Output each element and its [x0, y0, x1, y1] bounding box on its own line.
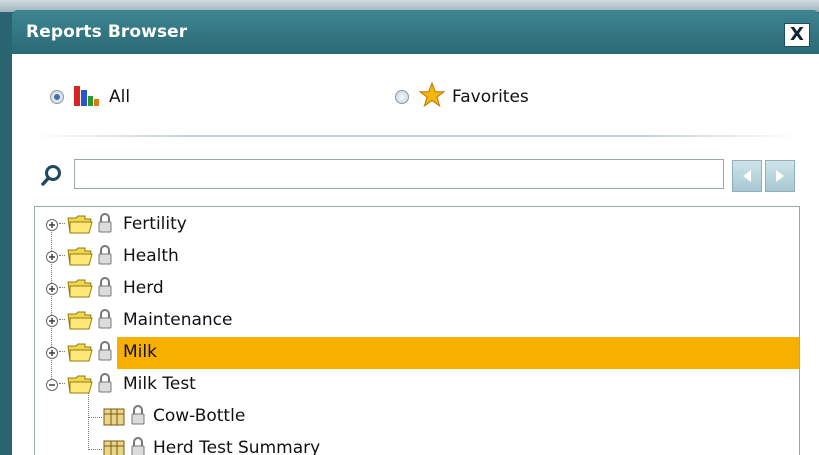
divider — [32, 135, 798, 137]
title-bar[interactable]: Reports Browser X — [12, 10, 819, 54]
window-title: Reports Browser — [26, 22, 188, 42]
expand-icon[interactable] — [45, 249, 59, 268]
reports-browser-window: Reports Browser X All Favorites Fertilit… — [12, 10, 819, 455]
search-icon — [41, 165, 61, 186]
expand-icon[interactable] — [45, 281, 59, 300]
favorites-radio[interactable] — [395, 90, 409, 104]
tree-item-label: Fertility — [123, 214, 187, 234]
star-icon — [419, 82, 445, 108]
lock-icon — [131, 405, 145, 429]
expand-icon[interactable] — [45, 313, 59, 332]
tree-item-label: Health — [123, 246, 179, 266]
lock-icon — [98, 373, 112, 397]
folder-icon — [67, 213, 93, 239]
tree-folder-row[interactable]: Health — [35, 241, 799, 271]
tree-connector — [59, 319, 65, 320]
tree-report-row[interactable]: Cow-Bottle — [35, 401, 799, 431]
arrow-right-icon — [776, 170, 784, 182]
favorites-label[interactable]: Favorites — [452, 87, 529, 107]
folder-icon — [67, 309, 93, 335]
bars-icon — [74, 86, 99, 106]
tree-item-label: Maintenance — [123, 310, 233, 330]
previous-button[interactable] — [732, 160, 762, 192]
tree-item-label: Milk Test — [123, 374, 196, 394]
expand-icon[interactable] — [45, 345, 59, 364]
tree-connector — [59, 383, 65, 384]
folder-icon — [67, 245, 93, 271]
lock-icon — [98, 309, 112, 333]
close-button[interactable]: X — [784, 23, 810, 47]
tree-connector — [59, 351, 65, 352]
selection-highlight — [117, 337, 799, 369]
expand-icon[interactable] — [45, 217, 59, 236]
close-icon: X — [790, 24, 804, 45]
search-input[interactable] — [74, 159, 724, 189]
tree-connector — [59, 255, 65, 256]
report-icon — [103, 439, 125, 455]
folder-icon — [67, 373, 93, 399]
folder-icon — [67, 341, 93, 367]
tree-item-label: Herd — [123, 278, 164, 298]
collapse-icon[interactable] — [45, 377, 59, 396]
lock-icon — [131, 437, 145, 455]
tree-folder-row[interactable]: Milk Test — [35, 369, 799, 399]
report-icon — [103, 407, 125, 431]
reports-tree[interactable]: Fertility Health Herd Maintenance Milk Milk T… — [34, 206, 800, 455]
lock-icon — [98, 277, 112, 301]
arrow-left-icon — [743, 170, 751, 182]
lock-icon — [98, 245, 112, 269]
client-area: All Favorites Fertility Health Herd Mainten… — [12, 54, 819, 455]
tree-report-row[interactable]: Herd Test Summary — [35, 433, 799, 455]
all-radio[interactable] — [50, 90, 64, 104]
tree-folder-row[interactable]: Maintenance — [35, 305, 799, 335]
tree-folder-row[interactable]: Milk — [35, 337, 799, 369]
tree-connector — [59, 287, 65, 288]
tree-folder-row[interactable]: Herd — [35, 273, 799, 303]
all-label[interactable]: All — [109, 87, 130, 107]
lock-icon — [98, 213, 112, 237]
tree-item-label: Herd Test Summary — [153, 438, 321, 455]
lock-icon — [98, 341, 112, 365]
tree-connector — [59, 223, 65, 224]
next-button[interactable] — [765, 160, 795, 192]
tree-item-label: Cow-Bottle — [153, 406, 246, 426]
tree-item-label: Milk — [123, 342, 157, 362]
folder-icon — [67, 277, 93, 303]
tree-folder-row[interactable]: Fertility — [35, 209, 799, 239]
